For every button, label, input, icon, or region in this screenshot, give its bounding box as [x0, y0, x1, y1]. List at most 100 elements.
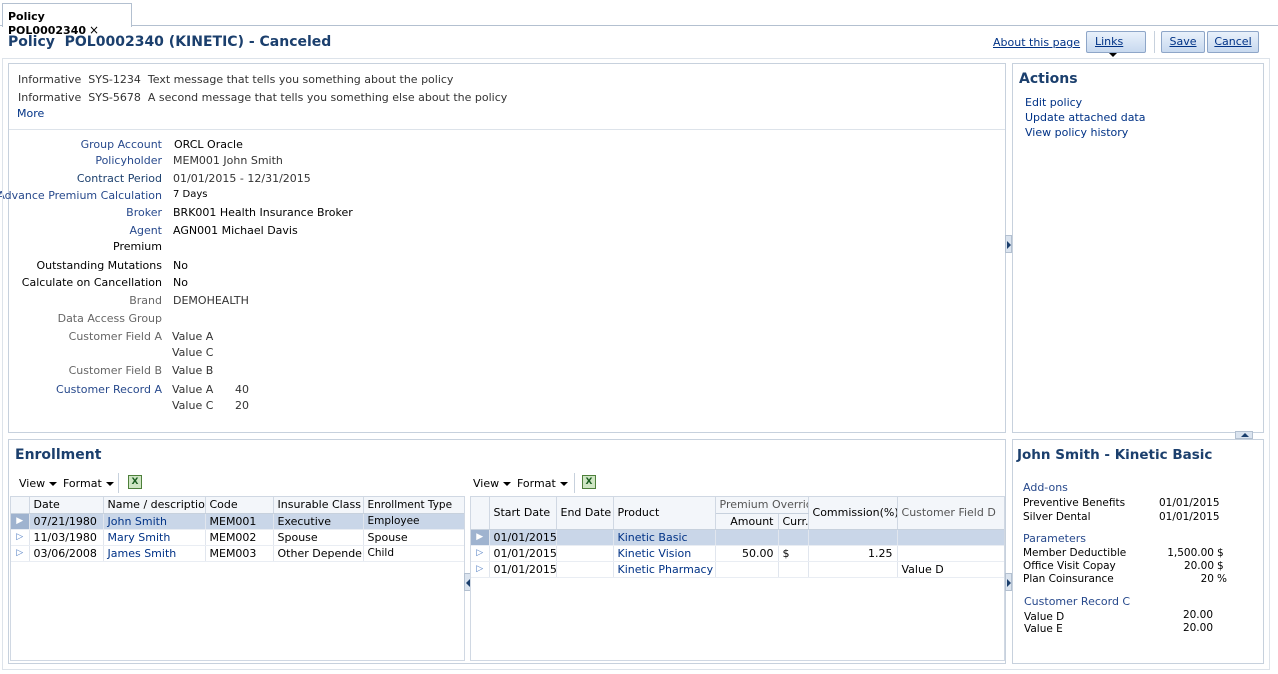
expand-icon[interactable]: ▷ — [471, 545, 490, 562]
start-date-cell: 01/01/2015 — [489, 561, 557, 578]
products-table: Start Date End Date Product Premium Over… — [470, 496, 1005, 661]
broker-value: BRK001 Health Insurance Broker — [173, 206, 353, 219]
chevron-down-icon — [559, 482, 568, 486]
record-c-value: 20.00 — [1182, 622, 1213, 634]
actions-title: Actions — [1019, 71, 1078, 87]
addon-name: Silver Dental — [1023, 511, 1091, 523]
product-link[interactable]: Kinetic Basic — [613, 529, 716, 546]
expand-icon[interactable]: ▷ — [11, 545, 30, 562]
column-header[interactable]: Insurable Class — [273, 497, 364, 514]
currency-cell — [778, 561, 809, 578]
customer-field-d-cell: Value D — [897, 561, 1004, 578]
links-label: Links — [1095, 35, 1124, 48]
row-indicator-header — [471, 497, 490, 530]
save-button[interactable]: Save — [1161, 31, 1205, 53]
row-selected-icon[interactable]: ▶ — [471, 529, 490, 546]
currency-cell: $ — [778, 545, 809, 562]
advance-premium-label[interactable]: Advance Premium Calculation — [0, 189, 162, 202]
agent-label[interactable]: Agent — [129, 224, 162, 237]
table-row[interactable]: ▷ 11/03/1980 Mary Smith MEM002 Spouse Sp… — [11, 529, 464, 546]
record-c-name: Value D — [1024, 611, 1065, 623]
product-link[interactable]: Kinetic Vision — [613, 545, 716, 562]
expand-icon[interactable]: ▷ — [11, 529, 30, 546]
end-date-cell — [556, 545, 614, 562]
name-link[interactable]: Mary Smith — [103, 529, 206, 546]
name-link[interactable]: John Smith — [103, 513, 206, 530]
row-selected-icon[interactable]: ▶ — [11, 513, 30, 530]
customer-field-a-value: Value C — [172, 346, 214, 359]
table-row[interactable]: ▷ 03/06/2008 James Smith MEM003 Other De… — [11, 545, 464, 562]
view-label: View — [473, 477, 500, 490]
customer-record-a-number: 40 — [235, 383, 249, 396]
table-row[interactable]: ▷ 01/01/2015 Kinetic Vision 50.00 $ 1.25 — [471, 545, 1004, 562]
table-row[interactable]: ▶ 01/01/2015 Kinetic Basic — [471, 529, 1004, 546]
save-label: Save — [1169, 35, 1197, 48]
message-text: A second message that tells you somethin… — [147, 91, 508, 104]
contract-period-label[interactable]: Contract Period — [77, 172, 162, 185]
addon-date: 01/01/2015 — [1159, 497, 1220, 509]
customer-record-c-heading: Customer Record C — [1024, 595, 1131, 608]
record-c-value: 20.00 — [1182, 609, 1213, 621]
group-account-label[interactable]: Group Account — [81, 138, 162, 151]
column-header[interactable]: Start Date — [489, 497, 557, 530]
parameter-name: Office Visit Copay — [1023, 560, 1116, 572]
parameter-unit: $ — [1217, 547, 1224, 559]
parameter-name: Plan Coinsurance — [1023, 573, 1114, 585]
column-header[interactable]: Date — [29, 497, 104, 514]
format-label: Format — [63, 477, 102, 490]
column-group-header: Premium Override — [715, 497, 809, 514]
view-menu[interactable]: View — [19, 477, 58, 490]
table-row[interactable]: ▶ 07/21/1980 John Smith MEM001 Executive… — [11, 513, 464, 530]
format-menu[interactable]: Format — [63, 477, 114, 490]
format-menu[interactable]: Format — [517, 477, 568, 490]
view-policy-history-link[interactable]: View policy history — [1025, 126, 1128, 139]
message-text: Text message that tells you something ab… — [147, 73, 454, 86]
column-header[interactable]: Product — [613, 497, 716, 530]
parameters-heading: Parameters — [1023, 532, 1086, 545]
outstanding-mutations-label: Outstanding Mutations — [36, 259, 162, 272]
update-attached-data-link[interactable]: Update attached data — [1025, 111, 1145, 124]
column-header[interactable]: Curr. — [778, 513, 809, 530]
column-header[interactable]: Name / description — [103, 497, 206, 514]
column-header[interactable]: Code — [205, 497, 274, 514]
links-button[interactable]: Links — [1086, 31, 1146, 57]
type-cell: Child — [363, 545, 464, 562]
column-header[interactable]: End Date — [556, 497, 614, 530]
premium-label: Premium — [113, 240, 162, 253]
advance-premium-value: 7 Days — [173, 189, 208, 200]
code-cell: MEM002 — [205, 529, 274, 546]
record-c-name: Value E — [1024, 623, 1063, 635]
name-link[interactable]: James Smith — [103, 545, 206, 562]
parameter-unit: % — [1217, 573, 1227, 585]
collapse-splitter[interactable] — [1005, 235, 1012, 253]
collapse-up-splitter[interactable] — [1235, 431, 1253, 439]
end-date-cell — [556, 529, 614, 546]
customer-record-a-value: Value C — [172, 399, 214, 412]
column-header[interactable]: Commission(%) — [808, 497, 898, 530]
date-cell: 03/06/2008 — [29, 545, 104, 562]
table-row[interactable]: ▷ 01/01/2015 Kinetic Pharmacy Value D — [471, 561, 1004, 578]
policyholder-label[interactable]: Policyholder — [95, 154, 162, 167]
export-excel-icon[interactable]: X — [128, 475, 142, 489]
broker-label[interactable]: Broker — [126, 206, 162, 219]
data-access-group-label: Data Access Group — [57, 312, 162, 325]
amount-cell — [715, 561, 779, 578]
column-header[interactable]: Amount — [715, 513, 779, 530]
export-excel-icon[interactable]: X — [582, 475, 596, 489]
customer-field-a-label: Customer Field A — [68, 330, 162, 343]
edit-policy-link[interactable]: Edit policy — [1025, 96, 1082, 109]
customer-record-a-label[interactable]: Customer Record A — [56, 383, 162, 396]
start-date-cell: 01/01/2015 — [489, 529, 557, 546]
cancel-button[interactable]: Cancel — [1207, 31, 1259, 53]
view-menu[interactable]: View — [473, 477, 512, 490]
outstanding-mutations-value: No — [173, 259, 188, 272]
about-page-link[interactable]: About this page — [993, 36, 1080, 49]
commission-cell: 1.25 — [808, 545, 898, 562]
product-link[interactable]: Kinetic Pharmacy — [613, 561, 716, 578]
addons-heading: Add-ons — [1023, 481, 1068, 494]
collapse-splitter[interactable] — [1005, 573, 1012, 591]
column-header[interactable]: Enrollment Type — [363, 497, 464, 514]
policyholder-value: MEM001 John Smith — [173, 154, 283, 167]
column-header[interactable]: Customer Field D — [897, 497, 1004, 530]
expand-icon[interactable]: ▷ — [471, 561, 490, 578]
